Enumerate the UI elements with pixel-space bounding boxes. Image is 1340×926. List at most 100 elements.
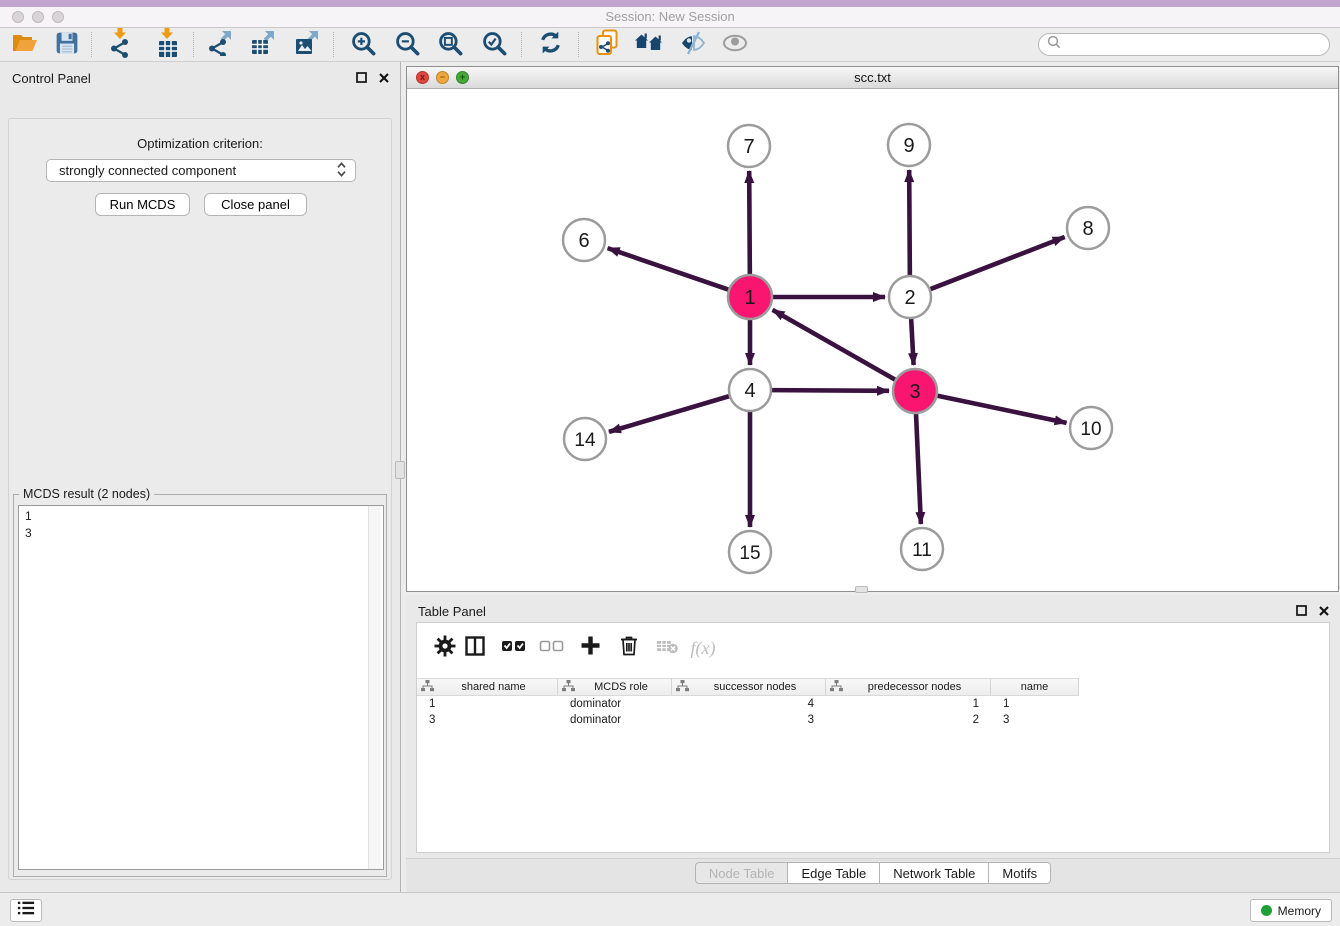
edge-4-3[interactable] bbox=[772, 390, 889, 391]
export-image-button[interactable] bbox=[288, 30, 326, 60]
save-session-icon bbox=[55, 31, 79, 60]
deselect-all-button[interactable] bbox=[535, 632, 567, 664]
mcds-result-text[interactable]: 1 3 bbox=[18, 505, 384, 870]
import-table-icon bbox=[156, 28, 180, 63]
import-network-icon bbox=[109, 28, 133, 63]
table-panel: Table Panel f(x)shared nameMCDS rolesucc… bbox=[406, 595, 1340, 892]
cell-predecessor-nodes: 1 bbox=[826, 696, 991, 712]
zoom-out-icon bbox=[394, 30, 420, 61]
edge-3-10[interactable] bbox=[938, 396, 1067, 423]
node-1[interactable]: 1 bbox=[728, 275, 772, 319]
node-label: 14 bbox=[574, 430, 596, 451]
table-row[interactable]: 3dominator323 bbox=[417, 712, 1079, 728]
tab-node-table[interactable]: Node Table bbox=[695, 862, 789, 884]
node-label: 1 bbox=[744, 287, 755, 309]
panel-splitter-handle[interactable] bbox=[395, 461, 405, 479]
column-header-successor-nodes[interactable]: successor nodes bbox=[672, 679, 826, 695]
zoom-fit-button[interactable] bbox=[431, 30, 469, 60]
criterion-value: strongly connected component bbox=[59, 163, 336, 178]
import-table-button[interactable] bbox=[149, 30, 187, 60]
clone-network-button[interactable] bbox=[588, 30, 626, 60]
run-mcds-button[interactable]: Run MCDS bbox=[95, 193, 190, 216]
table-row[interactable]: 1dominator411 bbox=[417, 696, 1079, 712]
node-14[interactable]: 14 bbox=[564, 418, 606, 460]
column-header-name[interactable]: name bbox=[991, 679, 1079, 695]
criterion-dropdown[interactable]: strongly connected component bbox=[46, 159, 356, 182]
zoom-fit-icon bbox=[437, 30, 463, 61]
open-file-button[interactable] bbox=[6, 30, 44, 60]
zoom-in-button[interactable] bbox=[344, 30, 382, 60]
memory-button[interactable]: Memory bbox=[1250, 899, 1332, 922]
tab-motifs[interactable]: Motifs bbox=[989, 862, 1051, 884]
mcds-tab-panel: Optimization criterion: strongly connect… bbox=[8, 118, 392, 880]
select-all-button[interactable] bbox=[497, 632, 529, 664]
node-6[interactable]: 6 bbox=[563, 219, 605, 261]
export-table-button[interactable] bbox=[244, 30, 282, 60]
refresh-layout-button[interactable] bbox=[531, 30, 569, 60]
tab-edge-table[interactable]: Edge Table bbox=[788, 862, 880, 884]
float-panel-icon[interactable] bbox=[355, 71, 368, 84]
edge-3-1[interactable] bbox=[773, 310, 895, 380]
node-15[interactable]: 15 bbox=[729, 531, 771, 573]
save-session-button[interactable] bbox=[48, 30, 86, 60]
node-4[interactable]: 4 bbox=[729, 369, 771, 411]
tree-icon bbox=[562, 680, 575, 695]
node-9[interactable]: 9 bbox=[888, 124, 930, 166]
network-window-titlebar[interactable]: x − + scc.txt bbox=[407, 67, 1338, 89]
show-graphics-details-icon bbox=[722, 34, 748, 57]
column-header-shared-name[interactable]: shared name bbox=[417, 679, 558, 695]
node-label: 8 bbox=[1082, 218, 1093, 240]
main-toolbar bbox=[0, 28, 1340, 62]
delete-column-button[interactable] bbox=[613, 632, 645, 664]
export-network-button[interactable] bbox=[201, 30, 239, 60]
edge-3-11[interactable] bbox=[916, 414, 921, 524]
network-canvas[interactable]: 7 9 6 8 1 2 4 3 14 10 15 11 bbox=[407, 89, 1338, 591]
node-7[interactable]: 7 bbox=[728, 125, 770, 167]
edge-2-9[interactable] bbox=[909, 170, 910, 275]
clone-network-icon bbox=[595, 29, 619, 61]
node-8[interactable]: 8 bbox=[1067, 207, 1109, 249]
first-neighbors-button[interactable] bbox=[630, 30, 668, 60]
edge-2-8[interactable] bbox=[931, 237, 1065, 289]
refresh-layout-icon bbox=[538, 30, 563, 60]
column-label: name bbox=[995, 681, 1074, 693]
close-table-panel-icon[interactable] bbox=[1317, 604, 1330, 617]
toolbar-separator bbox=[578, 32, 579, 57]
hide-graphics-details-button[interactable] bbox=[674, 30, 712, 60]
float-table-panel-icon[interactable] bbox=[1295, 604, 1308, 617]
show-graphics-details-button[interactable] bbox=[716, 30, 754, 60]
search-box[interactable] bbox=[1038, 33, 1330, 56]
zoom-selected-button[interactable] bbox=[475, 30, 513, 60]
deselect-all-icon bbox=[539, 636, 564, 661]
memory-status-icon bbox=[1261, 905, 1272, 916]
column-header-MCDS-role[interactable]: MCDS role bbox=[558, 679, 672, 695]
network-splitter-handle[interactable] bbox=[855, 586, 868, 593]
node-10[interactable]: 10 bbox=[1070, 407, 1112, 449]
edge-2-3[interactable] bbox=[911, 319, 913, 365]
node-11[interactable]: 11 bbox=[901, 528, 943, 570]
function-builder-icon: f(x) bbox=[691, 638, 716, 659]
zoom-out-button[interactable] bbox=[388, 30, 426, 60]
node-table-card: f(x) shared nameMCDS rolesuccessor nodes p… bbox=[416, 622, 1330, 853]
node-2[interactable]: 2 bbox=[889, 276, 931, 318]
network-window-title: scc.txt bbox=[407, 70, 1338, 85]
show-panels-button[interactable] bbox=[10, 899, 42, 922]
tab-network-table[interactable]: Network Table bbox=[880, 862, 989, 884]
column-header-predecessor-nodes[interactable]: predecessor nodes bbox=[826, 679, 991, 695]
result-scrollbar[interactable] bbox=[368, 506, 381, 869]
close-panel-icon[interactable] bbox=[377, 71, 390, 84]
column-visibility-button[interactable] bbox=[459, 632, 491, 664]
edge-1-7[interactable] bbox=[749, 171, 750, 274]
node-3[interactable]: 3 bbox=[893, 369, 937, 413]
edge-1-6[interactable] bbox=[608, 248, 729, 289]
search-input[interactable] bbox=[1066, 37, 1321, 53]
edge-4-14[interactable] bbox=[609, 396, 729, 432]
export-table-icon bbox=[250, 30, 276, 61]
function-builder-button: f(x) bbox=[687, 632, 719, 664]
table-settings-button[interactable] bbox=[429, 632, 461, 664]
toolbar-separator bbox=[521, 32, 522, 57]
import-network-button[interactable] bbox=[102, 30, 140, 60]
column-label: predecessor nodes bbox=[843, 681, 986, 693]
close-panel-button[interactable]: Close panel bbox=[204, 193, 307, 216]
add-column-button[interactable] bbox=[574, 632, 606, 664]
